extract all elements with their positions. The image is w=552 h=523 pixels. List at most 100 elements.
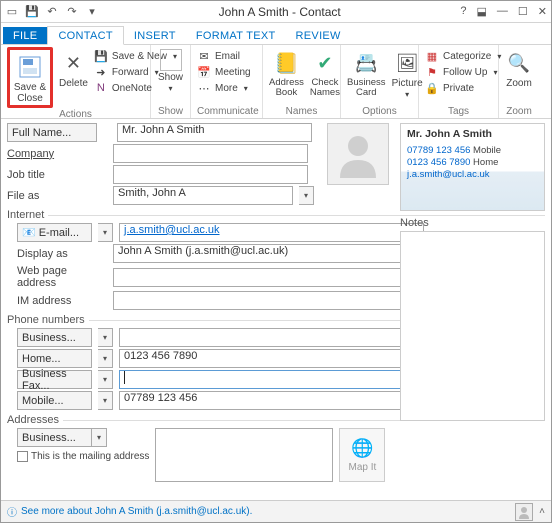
notes-label: Notes <box>400 217 545 229</box>
phone-business-field[interactable] <box>119 328 424 347</box>
file-as-dropdown[interactable]: ▾ <box>299 186 314 205</box>
job-title-field[interactable] <box>113 165 308 184</box>
people-pane-avatar[interactable] <box>515 503 533 521</box>
business-card-preview[interactable]: Mr. John A Smith 07789 123 456 Mobile 01… <box>400 123 545 211</box>
contact-photo[interactable] <box>327 123 389 185</box>
phone-mobile-field[interactable]: 07789 123 456 <box>119 391 424 410</box>
group-options-label: Options <box>347 105 412 118</box>
address-type-dropdown[interactable]: ▾ <box>92 428 107 447</box>
chevron-down-icon: ▾ <box>244 84 248 93</box>
company-field[interactable] <box>113 144 308 163</box>
full-name-button[interactable]: Full Name... <box>7 123 97 142</box>
phone-business-button[interactable]: Business... <box>17 328 92 347</box>
globe-icon: 🌐 <box>351 438 373 459</box>
people-pane-toggle-icon[interactable]: ˄ <box>539 506 545 517</box>
phone-mobile-dropdown[interactable]: ▾ <box>98 391 113 410</box>
contact-form: Mr. John A Smith 07789 123 456 Mobile 01… <box>1 121 551 500</box>
group-show-label: Show <box>157 105 184 118</box>
ribbon-collapse-icon[interactable]: ⬓ <box>477 5 487 18</box>
address-book-icon: 📒 <box>272 49 300 77</box>
lock-icon: 🔒 <box>425 81 439 95</box>
save-close-button[interactable]: Save & Close <box>11 51 49 104</box>
save-icon[interactable]: 💾 <box>25 5 39 19</box>
categorize-button[interactable]: ▦Categorize▾ <box>425 49 501 63</box>
status-bar: ⓘ See more about John A Smith (j.a.smith… <box>1 500 551 522</box>
phone-bfax-dropdown[interactable]: ▾ <box>98 370 113 389</box>
address-field[interactable] <box>155 428 333 482</box>
address-book-button[interactable]: 📒 Address Book <box>269 47 304 97</box>
zoom-icon: 🔍 <box>505 49 533 77</box>
more-icon: ⋯ <box>197 81 211 95</box>
address-type-button[interactable]: Business... <box>17 428 92 447</box>
email-button[interactable]: ✉Email <box>197 49 251 63</box>
chevron-down-icon: ▾ <box>168 84 172 93</box>
picture-icon: 🖼 <box>393 49 421 77</box>
group-communicate-label: Communicate <box>197 105 256 118</box>
group-names-label: Names <box>269 105 334 118</box>
phone-home-dropdown[interactable]: ▾ <box>98 349 113 368</box>
minimize-icon[interactable]: — <box>497 5 508 18</box>
map-it-button[interactable]: 🌐 Map It <box>339 428 385 482</box>
company-label: Company <box>7 148 107 160</box>
im-label: IM address <box>7 295 107 307</box>
notes-field[interactable] <box>400 231 545 421</box>
business-card-button[interactable]: 📇 Business Card <box>347 47 386 97</box>
more-button[interactable]: ⋯More▾ <box>197 81 251 95</box>
file-as-field[interactable]: Smith, John A <box>113 186 293 205</box>
tab-review[interactable]: REVIEW <box>286 27 351 44</box>
tab-contact[interactable]: CONTACT <box>47 26 123 45</box>
ribbon-tabs: FILE CONTACT INSERT FORMAT TEXT REVIEW <box>1 23 551 45</box>
email-icon: ✉ <box>197 49 211 63</box>
status-text[interactable]: See more about John A Smith (j.a.smith@u… <box>21 506 252 517</box>
phone-home-button[interactable]: Home... <box>17 349 92 368</box>
group-zoom-label: Zoom <box>505 105 533 118</box>
check-names-icon: ✔ <box>311 49 339 77</box>
email-type-button[interactable]: 📧E-mail... <box>17 223 92 242</box>
zoom-button[interactable]: 🔍 Zoom <box>505 47 533 89</box>
tab-insert[interactable]: INSERT <box>124 27 186 44</box>
web-field[interactable] <box>113 268 418 287</box>
business-card-icon: 📇 <box>352 49 380 77</box>
email-type-dropdown[interactable]: ▾ <box>98 223 113 242</box>
tab-format-text[interactable]: FORMAT TEXT <box>186 27 286 44</box>
help-icon[interactable]: ? <box>460 5 466 18</box>
web-label: Web page address <box>7 265 107 289</box>
phone-bfax-field[interactable] <box>119 370 424 389</box>
full-name-field[interactable]: Mr. John A Smith <box>117 123 312 142</box>
close-icon[interactable]: ✕ <box>538 5 547 18</box>
save-close-highlight: Save & Close <box>7 47 53 108</box>
email-field[interactable]: j.a.smith@ucl.ac.uk <box>119 223 424 242</box>
delete-label: Delete <box>59 78 88 89</box>
bcard-name: Mr. John A Smith <box>407 128 538 142</box>
qat-more-icon[interactable]: ▾ <box>85 5 99 19</box>
show-button[interactable]: Show ▾ <box>157 47 184 93</box>
phone-mobile-button[interactable]: Mobile... <box>17 391 92 410</box>
mailing-checkbox-row[interactable]: This is the mailing address <box>17 451 149 462</box>
file-as-label: File as <box>7 190 107 202</box>
phone-business-dropdown[interactable]: ▾ <box>98 328 113 347</box>
save-close-label: Save & Close <box>11 82 49 104</box>
phone-home-field[interactable]: 0123 456 7890 <box>119 349 424 368</box>
tab-file[interactable]: FILE <box>3 27 47 44</box>
delete-button[interactable]: ✕ Delete <box>59 47 88 89</box>
private-button[interactable]: 🔒Private <box>425 81 501 95</box>
maximize-icon[interactable]: ☐ <box>518 5 528 18</box>
undo-icon[interactable]: ↶ <box>45 5 59 19</box>
group-actions-label: Actions <box>7 108 144 121</box>
save-new-icon: 💾 <box>94 49 108 63</box>
display-as-field[interactable]: John A Smith (j.a.smith@ucl.ac.uk) <box>113 244 418 263</box>
im-field[interactable] <box>113 291 418 310</box>
chevron-down-icon: ▾ <box>405 90 409 99</box>
flag-icon: ⚑ <box>425 65 439 79</box>
info-icon: ⓘ <box>7 504 17 519</box>
window-title: John A Smith - Contact <box>99 5 460 19</box>
notes-section: Notes <box>400 217 545 421</box>
phone-bfax-button[interactable]: Business Fax... <box>17 370 92 389</box>
followup-button[interactable]: ⚑Follow Up▾ <box>425 65 501 79</box>
checkbox-icon[interactable] <box>17 451 28 462</box>
meeting-button[interactable]: 📅Meeting <box>197 65 251 79</box>
group-tags-label: Tags <box>425 105 492 118</box>
check-names-button[interactable]: ✔ Check Names <box>310 47 340 97</box>
delete-icon: ✕ <box>59 49 87 77</box>
redo-icon[interactable]: ↷ <box>65 5 79 19</box>
